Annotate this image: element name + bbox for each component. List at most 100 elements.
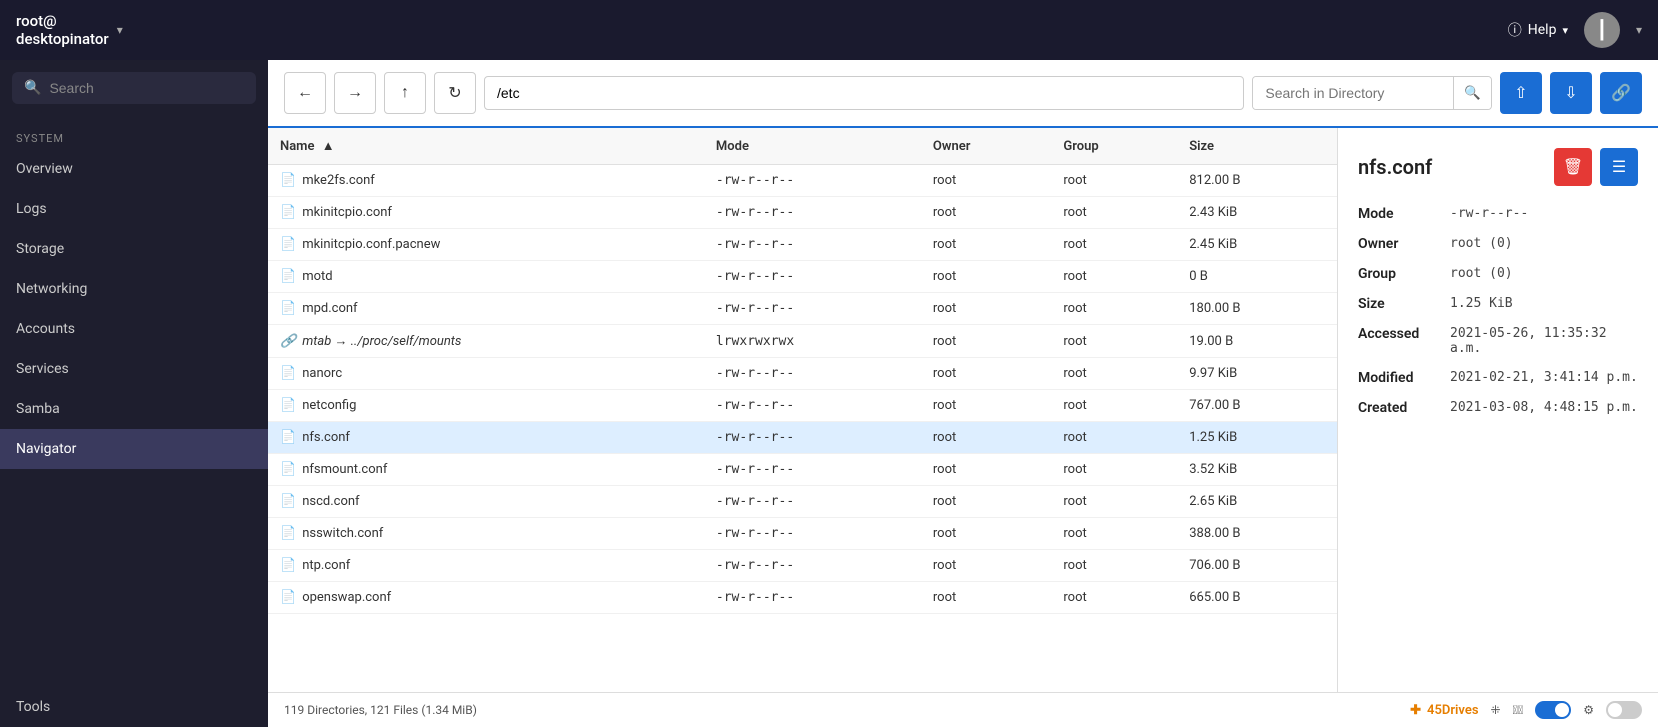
detail-group-row: Group root (0)	[1358, 266, 1638, 282]
table-row[interactable]: 📄 mke2fs.conf -rw-r--r-- root root 812.0…	[268, 165, 1337, 197]
back-button[interactable]: ←	[284, 72, 326, 114]
cell-size: 2.43 KiB	[1177, 197, 1337, 229]
cell-group: root	[1051, 197, 1177, 229]
cell-name: 📄 nfsmount.conf	[268, 454, 704, 486]
chevron-down-icon: ▾	[117, 23, 123, 37]
detail-mode-row: Mode -rw-r--r--	[1358, 206, 1638, 222]
cell-size: 767.00 B	[1177, 390, 1337, 422]
topbar-actions: ⓘ Help ▾ ┃ ▾	[1508, 12, 1642, 48]
sidebar-item-navigator[interactable]: Navigator	[0, 429, 268, 469]
path-input[interactable]	[484, 76, 1244, 110]
detail-accessed-row: Accessed 2021-05-26, 11:35:32 a.m.	[1358, 326, 1638, 356]
mode-value: -rw-r--r--	[1450, 206, 1528, 222]
upload-button[interactable]: ⇧	[1500, 72, 1542, 114]
table-row[interactable]: 📄 mkinitcpio.conf -rw-r--r-- root root 2…	[268, 197, 1337, 229]
user-avatar[interactable]: ┃	[1584, 12, 1620, 48]
download-icon: ⇩	[1564, 83, 1577, 103]
table-row[interactable]: 📄 nscd.conf -rw-r--r-- root root 2.65 Ki…	[268, 486, 1337, 518]
group-value: root (0)	[1450, 266, 1513, 282]
table-row[interactable]: 📄 nfsmount.conf -rw-r--r-- root root 3.5…	[268, 454, 1337, 486]
list-icon: ☰	[1612, 157, 1626, 177]
toggle-2[interactable]	[1606, 701, 1642, 719]
sidebar-search[interactable]: 🔍	[12, 72, 256, 104]
cell-size: 9.97 KiB	[1177, 358, 1337, 390]
file-icon: 📄	[280, 269, 296, 284]
table-row[interactable]: 📄 ntp.conf -rw-r--r-- root root 706.00 B	[268, 550, 1337, 582]
table-row[interactable]: 📄 mpd.conf -rw-r--r-- root root 180.00 B	[268, 293, 1337, 325]
table-row[interactable]: 📄 mkinitcpio.conf.pacnew -rw-r--r-- root…	[268, 229, 1337, 261]
cell-name: 📄 nsswitch.conf	[268, 518, 704, 550]
grid-icon[interactable]: ⁜	[1491, 703, 1501, 717]
sidebar-item-networking[interactable]: Networking	[0, 269, 268, 309]
up-button[interactable]: ↑	[384, 72, 426, 114]
file-table: Name ▲ Mode Owner Group Size 📄 mke2fs.co…	[268, 128, 1337, 614]
file-icon: 📄	[280, 398, 296, 413]
sidebar-item-samba[interactable]: Samba	[0, 389, 268, 429]
sidebar-item-tools[interactable]: Tools	[0, 687, 268, 727]
sidebar-item-accounts[interactable]: Accounts	[0, 309, 268, 349]
cell-mode: -rw-r--r--	[704, 518, 921, 550]
topbar: root@ desktopinator ▾ ⓘ Help ▾ ┃ ▾	[0, 0, 1658, 60]
cell-mode: -rw-r--r--	[704, 358, 921, 390]
sidebar-item-storage[interactable]: Storage	[0, 229, 268, 269]
col-owner[interactable]: Owner	[921, 128, 1051, 165]
col-name[interactable]: Name ▲	[268, 128, 704, 165]
cell-name: 📄 nfs.conf	[268, 422, 704, 454]
file-table-wrap[interactable]: Name ▲ Mode Owner Group Size 📄 mke2fs.co…	[268, 128, 1338, 692]
statusbar-info: 119 Directories, 121 Files (1.34 MiB)	[284, 703, 477, 717]
help-button[interactable]: ⓘ Help ▾	[1508, 20, 1568, 40]
forward-button[interactable]: →	[334, 72, 376, 114]
table-row[interactable]: 📄 openswap.conf -rw-r--r-- root root 665…	[268, 582, 1337, 614]
mode-label: Mode	[1358, 206, 1438, 222]
hidden-files-icon[interactable]: 👁̸	[1513, 703, 1524, 717]
table-row[interactable]: 📄 nfs.conf -rw-r--r-- root root 1.25 KiB	[268, 422, 1337, 454]
sidebar-item-logs[interactable]: Logs	[0, 189, 268, 229]
accessed-value: 2021-05-26, 11:35:32 a.m.	[1450, 326, 1638, 356]
compass-icon: ✚	[1410, 703, 1421, 718]
cell-owner: root	[921, 261, 1051, 293]
edit-button[interactable]: ☰	[1600, 148, 1638, 186]
search-directory-input[interactable]	[1253, 77, 1453, 109]
cell-size: 388.00 B	[1177, 518, 1337, 550]
cell-name: 📄 mkinitcpio.conf.pacnew	[268, 229, 704, 261]
cell-owner: root	[921, 229, 1051, 261]
sidebar-search-input[interactable]	[49, 80, 244, 96]
col-size[interactable]: Size	[1177, 128, 1337, 165]
created-value: 2021-03-08, 4:48:15 p.m.	[1450, 400, 1638, 416]
cell-owner: root	[921, 293, 1051, 325]
cell-owner: root	[921, 165, 1051, 197]
table-row[interactable]: 📄 nsswitch.conf -rw-r--r-- root root 388…	[268, 518, 1337, 550]
table-row[interactable]: 📄 motd -rw-r--r-- root root 0 B	[268, 261, 1337, 293]
cell-group: root	[1051, 165, 1177, 197]
link-button[interactable]: 🔗	[1600, 72, 1642, 114]
sidebar-item-services[interactable]: Services	[0, 349, 268, 389]
settings-icon[interactable]: ⚙	[1583, 703, 1594, 717]
topbar-user[interactable]: root@ desktopinator ▾	[16, 12, 123, 48]
search-directory-button[interactable]: 🔍	[1453, 77, 1491, 109]
cell-owner: root	[921, 390, 1051, 422]
cell-size: 19.00 B	[1177, 325, 1337, 358]
45drives-logo: ✚ 45Drives	[1410, 703, 1478, 718]
sidebar-item-overview[interactable]: Overview	[0, 149, 268, 189]
cell-owner: root	[921, 486, 1051, 518]
cell-name: 🔗 mtab → ../proc/self/mounts	[268, 325, 704, 358]
modified-value: 2021-02-21, 3:41:14 p.m.	[1450, 370, 1638, 386]
refresh-button[interactable]: ↻	[434, 72, 476, 114]
cell-size: 665.00 B	[1177, 582, 1337, 614]
cell-size: 3.52 KiB	[1177, 454, 1337, 486]
download-button[interactable]: ⇩	[1550, 72, 1592, 114]
cell-group: root	[1051, 390, 1177, 422]
table-row[interactable]: 📄 netconfig -rw-r--r-- root root 767.00 …	[268, 390, 1337, 422]
col-group[interactable]: Group	[1051, 128, 1177, 165]
delete-button[interactable]: 🗑	[1554, 148, 1592, 186]
cell-mode: -rw-r--r--	[704, 390, 921, 422]
cell-name: 📄 openswap.conf	[268, 582, 704, 614]
cell-name: 📄 motd	[268, 261, 704, 293]
toggle-1[interactable]	[1535, 701, 1571, 719]
main-content: ← → ↑ ↻ 🔍 ⇧ ⇩ 🔗	[268, 60, 1658, 727]
sort-arrow: ▲	[322, 139, 335, 154]
table-row[interactable]: 📄 nanorc -rw-r--r-- root root 9.97 KiB	[268, 358, 1337, 390]
table-row[interactable]: 🔗 mtab → ../proc/self/mounts lrwxrwxrwx …	[268, 325, 1337, 358]
cell-mode: -rw-r--r--	[704, 165, 921, 197]
col-mode[interactable]: Mode	[704, 128, 921, 165]
